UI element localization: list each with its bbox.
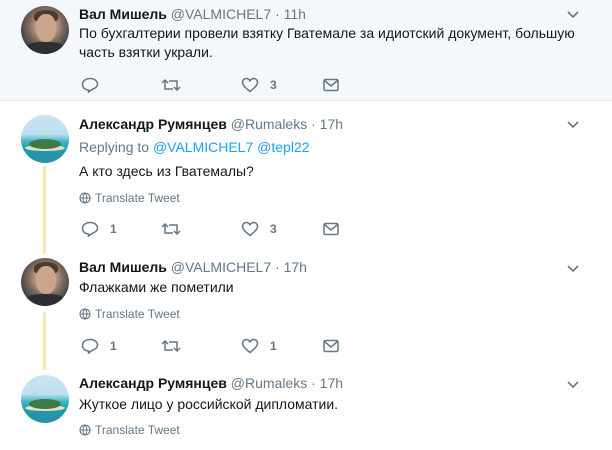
tweet-text: По бухгалтерии провели взятку Гватемале … bbox=[79, 25, 575, 60]
tweet-text: А кто здесь из Гватемалы? bbox=[79, 163, 254, 179]
translate-label: Translate Tweet bbox=[95, 423, 180, 437]
tweet-header: Вал Мишель @VALMICHEL7 · 11h bbox=[79, 5, 306, 23]
like-button[interactable]: 3 bbox=[241, 75, 277, 95]
tweet-header: Вал Мишель @VALMICHEL7 · 17h bbox=[79, 258, 307, 276]
tweet-header: Александр Румянцев @Rumaleks · 17h bbox=[79, 374, 343, 392]
tweet-actions: 1 3 bbox=[79, 219, 349, 239]
globe-icon bbox=[79, 192, 91, 204]
mention-link[interactable]: @tepl22 bbox=[257, 139, 309, 155]
heart-icon bbox=[241, 221, 259, 237]
chevron-down-icon[interactable] bbox=[566, 261, 580, 275]
reply-icon bbox=[81, 221, 99, 237]
translate-label: Translate Tweet bbox=[95, 191, 180, 205]
user-name[interactable]: Александр Румянцев bbox=[79, 375, 227, 391]
envelope-icon bbox=[323, 78, 339, 92]
dm-button[interactable] bbox=[322, 75, 340, 95]
mention-link[interactable]: @VALMICHEL7 bbox=[153, 139, 253, 155]
reply-button[interactable]: 1 bbox=[81, 219, 117, 239]
replying-to: Replying to @VALMICHEL7 @tepl22 bbox=[79, 138, 310, 156]
timestamp[interactable]: 11h bbox=[284, 6, 306, 22]
tweet[interactable]: Александр Румянцев @Rumaleks · 17h Жутко… bbox=[0, 367, 612, 450]
envelope-icon bbox=[323, 339, 339, 353]
tweet-header: Александр Румянцев @Rumaleks · 17h bbox=[79, 115, 343, 133]
reply-count: 1 bbox=[110, 339, 117, 353]
tweet-actions: 1 1 bbox=[79, 336, 349, 356]
retweet-icon bbox=[161, 222, 181, 236]
reply-icon bbox=[81, 77, 99, 93]
avatar[interactable] bbox=[21, 258, 69, 306]
heart-icon bbox=[241, 77, 259, 93]
translate-tweet-link[interactable]: Translate Tweet bbox=[79, 191, 180, 205]
translate-tweet-link[interactable]: Translate Tweet bbox=[79, 423, 180, 437]
user-handle[interactable]: @Rumaleks bbox=[231, 116, 307, 132]
timestamp[interactable]: 17h bbox=[284, 259, 307, 275]
timestamp[interactable]: 17h bbox=[320, 116, 343, 132]
avatar[interactable] bbox=[21, 115, 69, 163]
tweet-actions: 3 bbox=[79, 75, 349, 95]
translate-tweet-link[interactable]: Translate Tweet bbox=[79, 307, 180, 321]
timestamp[interactable]: 17h bbox=[320, 375, 343, 391]
reply-button[interactable] bbox=[81, 75, 99, 95]
retweet-button[interactable] bbox=[161, 336, 181, 356]
reply-button[interactable]: 1 bbox=[81, 336, 117, 356]
separator: · bbox=[311, 116, 316, 132]
heart-icon bbox=[241, 338, 259, 354]
translate-label: Translate Tweet bbox=[95, 307, 180, 321]
chevron-down-icon[interactable] bbox=[566, 377, 580, 391]
separator: · bbox=[311, 375, 316, 391]
separator: · bbox=[275, 6, 280, 22]
like-count: 3 bbox=[270, 78, 277, 92]
like-count: 1 bbox=[270, 339, 277, 353]
like-count: 3 bbox=[270, 222, 277, 236]
user-name[interactable]: Вал Мишель bbox=[79, 259, 167, 275]
like-button[interactable]: 3 bbox=[241, 219, 277, 239]
replying-to-label: Replying to bbox=[79, 139, 150, 155]
globe-icon bbox=[79, 308, 91, 320]
retweet-icon bbox=[161, 78, 181, 92]
envelope-icon bbox=[323, 222, 339, 236]
separator: · bbox=[275, 259, 280, 275]
chevron-down-icon[interactable] bbox=[566, 7, 580, 21]
chevron-down-icon[interactable] bbox=[566, 117, 580, 131]
tweet[interactable]: Александр Румянцев @Rumaleks · 17h Reply… bbox=[0, 101, 612, 251]
tweet[interactable]: Вал Мишель @VALMICHEL7 · 11h По бухгалте… bbox=[0, 0, 612, 101]
tweet-text: Жуткое лицо у российской дипломатии. bbox=[79, 396, 339, 412]
tweet[interactable]: Вал Мишель @VALMICHEL7 · 17h Флажками же… bbox=[0, 251, 612, 367]
retweet-button[interactable] bbox=[161, 75, 181, 95]
globe-icon bbox=[79, 424, 91, 436]
retweet-button[interactable] bbox=[161, 219, 181, 239]
user-handle[interactable]: @VALMICHEL7 bbox=[171, 6, 271, 22]
reply-count: 1 bbox=[110, 222, 117, 236]
tweet-text: Флажками же пометили bbox=[79, 279, 234, 295]
user-name[interactable]: Вал Мишель bbox=[79, 6, 167, 22]
user-name[interactable]: Александр Румянцев bbox=[79, 116, 227, 132]
avatar[interactable] bbox=[21, 6, 69, 54]
avatar[interactable] bbox=[21, 375, 69, 423]
retweet-icon bbox=[161, 339, 181, 353]
user-handle[interactable]: @Rumaleks bbox=[231, 375, 307, 391]
user-handle[interactable]: @VALMICHEL7 bbox=[171, 259, 271, 275]
dm-button[interactable] bbox=[322, 219, 340, 239]
like-button[interactable]: 1 bbox=[241, 336, 277, 356]
dm-button[interactable] bbox=[322, 336, 340, 356]
reply-icon bbox=[81, 338, 99, 354]
